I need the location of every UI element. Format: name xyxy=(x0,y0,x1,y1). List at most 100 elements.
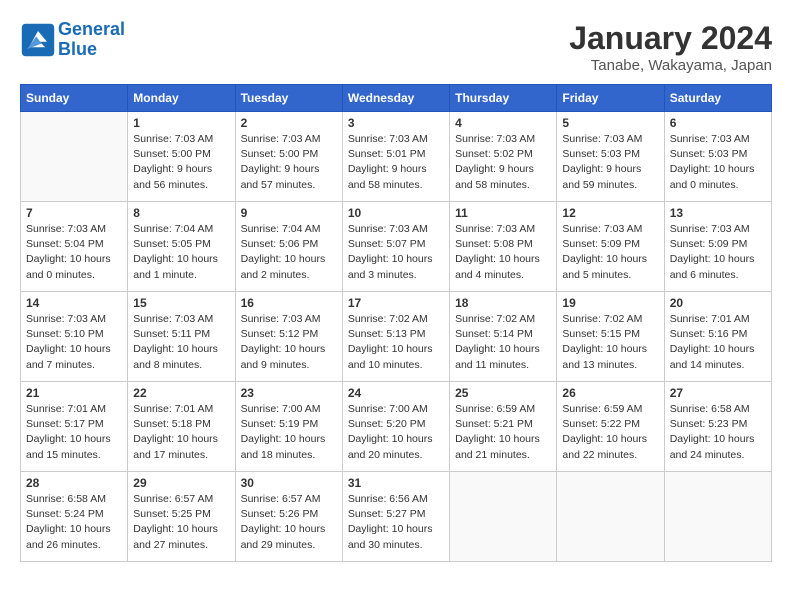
calendar-table: SundayMondayTuesdayWednesdayThursdayFrid… xyxy=(20,84,772,562)
day-number: 17 xyxy=(348,296,444,310)
weekday-header-row: SundayMondayTuesdayWednesdayThursdayFrid… xyxy=(21,85,772,112)
day-number: 31 xyxy=(348,476,444,490)
day-info: Sunrise: 7:01 AM Sunset: 5:17 PM Dayligh… xyxy=(26,402,122,463)
calendar-cell: 15Sunrise: 7:03 AM Sunset: 5:11 PM Dayli… xyxy=(128,292,235,382)
calendar-cell: 3 Sunrise: 7:03 AM Sunset: 5:01 PM Daylig… xyxy=(342,112,449,202)
logo-line1: General xyxy=(58,19,125,39)
day-info: Sunrise: 7:03 AM Sunset: 5:01 PM Dayligh… xyxy=(348,132,444,193)
calendar-cell: 19 Sunrise: 7:02 AM Sunset: 5:15 PM Dayli… xyxy=(557,292,664,382)
title-area: January 2024 Tanabe, Wakayama, Japan xyxy=(569,20,772,74)
day-info: Sunrise: 6:58 AM Sunset: 5:24 PM Dayligh… xyxy=(26,492,122,553)
day-info: Sunrise: 7:01 AM Sunset: 5:18 PM Dayligh… xyxy=(133,402,229,463)
week-row-2: 7 Sunrise: 7:03 AM Sunset: 5:04 PM Daylig… xyxy=(21,202,772,292)
day-info: Sunrise: 6:57 AM Sunset: 5:25 PM Dayligh… xyxy=(133,492,229,553)
day-number: 8 xyxy=(133,206,229,220)
day-info: Sunrise: 7:03 AM Sunset: 5:11 PM Dayligh… xyxy=(133,312,229,373)
month-title: January 2024 xyxy=(569,20,772,57)
day-info: Sunrise: 7:03 AM Sunset: 5:09 PM Dayligh… xyxy=(670,222,766,283)
day-info: Sunrise: 7:02 AM Sunset: 5:15 PM Dayligh… xyxy=(562,312,658,373)
calendar-cell: 29 Sunrise: 6:57 AM Sunset: 5:25 PM Dayli… xyxy=(128,472,235,562)
day-info: Sunrise: 7:03 AM Sunset: 5:08 PM Dayligh… xyxy=(455,222,551,283)
day-info: Sunrise: 7:00 AM Sunset: 5:19 PM Dayligh… xyxy=(241,402,337,463)
day-info: Sunrise: 7:03 AM Sunset: 5:03 PM Dayligh… xyxy=(670,132,766,193)
day-number: 30 xyxy=(241,476,337,490)
day-number: 23 xyxy=(241,386,337,400)
day-info: Sunrise: 7:03 AM Sunset: 5:02 PM Dayligh… xyxy=(455,132,551,193)
weekday-header-wednesday: Wednesday xyxy=(342,85,449,112)
day-info: Sunrise: 6:59 AM Sunset: 5:21 PM Dayligh… xyxy=(455,402,551,463)
day-number: 19 xyxy=(562,296,658,310)
day-number: 11 xyxy=(455,206,551,220)
day-info: Sunrise: 6:56 AM Sunset: 5:27 PM Dayligh… xyxy=(348,492,444,553)
weekday-header-saturday: Saturday xyxy=(664,85,771,112)
calendar-cell: 26 Sunrise: 6:59 AM Sunset: 5:22 PM Dayli… xyxy=(557,382,664,472)
day-number: 29 xyxy=(133,476,229,490)
calendar-cell: 25Sunrise: 6:59 AM Sunset: 5:21 PM Dayli… xyxy=(450,382,557,472)
week-row-1: 1 Sunrise: 7:03 AM Sunset: 5:00 PM Daylig… xyxy=(21,112,772,202)
day-number: 10 xyxy=(348,206,444,220)
day-info: Sunrise: 7:03 AM Sunset: 5:10 PM Dayligh… xyxy=(26,312,122,373)
day-info: Sunrise: 7:03 AM Sunset: 5:09 PM Dayligh… xyxy=(562,222,658,283)
day-number: 7 xyxy=(26,206,122,220)
calendar-cell: 28 Sunrise: 6:58 AM Sunset: 5:24 PM Dayli… xyxy=(21,472,128,562)
day-number: 20 xyxy=(670,296,766,310)
location: Tanabe, Wakayama, Japan xyxy=(569,57,772,74)
calendar-cell xyxy=(664,472,771,562)
calendar-cell: 1 Sunrise: 7:03 AM Sunset: 5:00 PM Daylig… xyxy=(128,112,235,202)
day-number: 9 xyxy=(241,206,337,220)
day-info: Sunrise: 6:59 AM Sunset: 5:22 PM Dayligh… xyxy=(562,402,658,463)
calendar-cell: 30 Sunrise: 6:57 AM Sunset: 5:26 PM Dayli… xyxy=(235,472,342,562)
weekday-header-thursday: Thursday xyxy=(450,85,557,112)
day-number: 1 xyxy=(133,116,229,130)
day-number: 3 xyxy=(348,116,444,130)
calendar-cell: 9Sunrise: 7:04 AM Sunset: 5:06 PM Daylig… xyxy=(235,202,342,292)
weekday-header-tuesday: Tuesday xyxy=(235,85,342,112)
logo-line2: Blue xyxy=(58,39,97,59)
logo-icon xyxy=(20,22,56,58)
calendar-cell: 24 Sunrise: 7:00 AM Sunset: 5:20 PM Dayli… xyxy=(342,382,449,472)
calendar-cell: 6Sunrise: 7:03 AM Sunset: 5:03 PM Daylig… xyxy=(664,112,771,202)
weekday-header-sunday: Sunday xyxy=(21,85,128,112)
day-info: Sunrise: 7:03 AM Sunset: 5:07 PM Dayligh… xyxy=(348,222,444,283)
calendar-cell: 8Sunrise: 7:04 AM Sunset: 5:05 PM Daylig… xyxy=(128,202,235,292)
day-number: 26 xyxy=(562,386,658,400)
logo-text: General Blue xyxy=(58,20,125,60)
day-number: 12 xyxy=(562,206,658,220)
page-header: General Blue January 2024 Tanabe, Wakaya… xyxy=(20,20,772,74)
calendar-cell: 7 Sunrise: 7:03 AM Sunset: 5:04 PM Daylig… xyxy=(21,202,128,292)
calendar-cell: 4 Sunrise: 7:03 AM Sunset: 5:02 PM Daylig… xyxy=(450,112,557,202)
day-number: 18 xyxy=(455,296,551,310)
calendar-cell: 10 Sunrise: 7:03 AM Sunset: 5:07 PM Dayli… xyxy=(342,202,449,292)
day-number: 27 xyxy=(670,386,766,400)
day-number: 2 xyxy=(241,116,337,130)
day-info: Sunrise: 7:03 AM Sunset: 5:04 PM Dayligh… xyxy=(26,222,122,283)
calendar-cell: 17Sunrise: 7:02 AM Sunset: 5:13 PM Dayli… xyxy=(342,292,449,382)
calendar-cell: 18Sunrise: 7:02 AM Sunset: 5:14 PM Dayli… xyxy=(450,292,557,382)
calendar-cell: 14Sunrise: 7:03 AM Sunset: 5:10 PM Dayli… xyxy=(21,292,128,382)
calendar-cell: 21 Sunrise: 7:01 AM Sunset: 5:17 PM Dayli… xyxy=(21,382,128,472)
weekday-header-friday: Friday xyxy=(557,85,664,112)
calendar-cell xyxy=(450,472,557,562)
day-number: 4 xyxy=(455,116,551,130)
calendar-cell: 20 Sunrise: 7:01 AM Sunset: 5:16 PM Dayli… xyxy=(664,292,771,382)
calendar-cell: 12 Sunrise: 7:03 AM Sunset: 5:09 PM Dayli… xyxy=(557,202,664,292)
logo: General Blue xyxy=(20,20,125,60)
calendar-cell xyxy=(557,472,664,562)
calendar-cell: 31 Sunrise: 6:56 AM Sunset: 5:27 PM Dayli… xyxy=(342,472,449,562)
day-number: 5 xyxy=(562,116,658,130)
day-info: Sunrise: 7:01 AM Sunset: 5:16 PM Dayligh… xyxy=(670,312,766,373)
calendar-cell: 11 Sunrise: 7:03 AM Sunset: 5:08 PM Dayli… xyxy=(450,202,557,292)
day-number: 13 xyxy=(670,206,766,220)
calendar-cell: 13 Sunrise: 7:03 AM Sunset: 5:09 PM Dayli… xyxy=(664,202,771,292)
week-row-3: 14Sunrise: 7:03 AM Sunset: 5:10 PM Dayli… xyxy=(21,292,772,382)
calendar-cell: 23 Sunrise: 7:00 AM Sunset: 5:19 PM Dayli… xyxy=(235,382,342,472)
day-info: Sunrise: 7:03 AM Sunset: 5:00 PM Dayligh… xyxy=(133,132,229,193)
calendar-cell xyxy=(21,112,128,202)
day-number: 28 xyxy=(26,476,122,490)
day-info: Sunrise: 6:57 AM Sunset: 5:26 PM Dayligh… xyxy=(241,492,337,553)
calendar-cell: 22Sunrise: 7:01 AM Sunset: 5:18 PM Dayli… xyxy=(128,382,235,472)
day-number: 24 xyxy=(348,386,444,400)
day-number: 21 xyxy=(26,386,122,400)
day-info: Sunrise: 7:00 AM Sunset: 5:20 PM Dayligh… xyxy=(348,402,444,463)
weekday-header-monday: Monday xyxy=(128,85,235,112)
